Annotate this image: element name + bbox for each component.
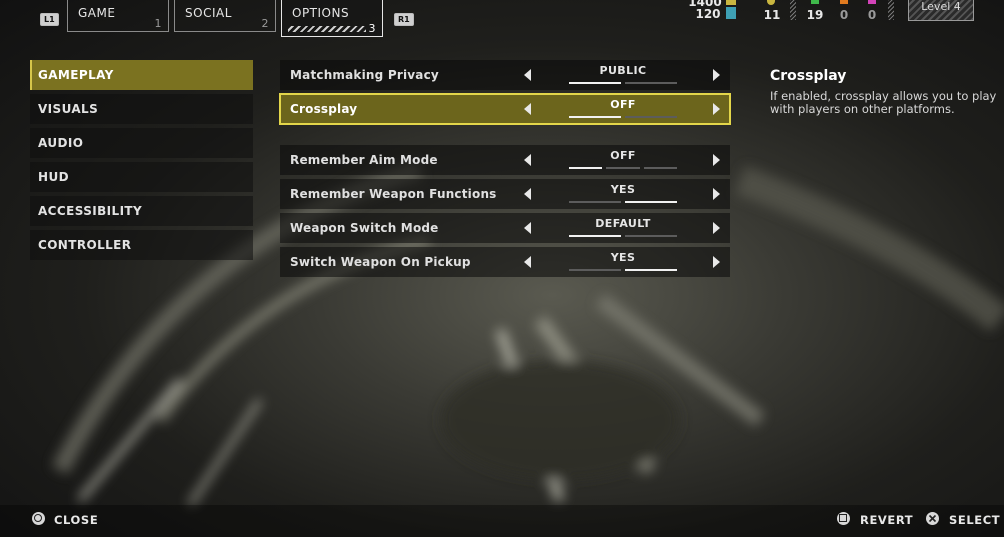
option-segment — [569, 116, 621, 118]
tab-number: 2 — [261, 17, 269, 30]
option-segment — [606, 167, 640, 169]
sidebar-item-audio[interactable]: AUDIO — [30, 128, 253, 158]
setting-name: Matchmaking Privacy — [290, 68, 439, 82]
arrow-right-icon[interactable] — [713, 154, 720, 166]
stat-value: 0 — [867, 8, 877, 22]
bottom-hint-bar: CLOSE REVERT SELECT — [0, 505, 1004, 537]
separator-icon — [888, 0, 894, 20]
sidebar-item-visuals[interactable]: VISUALS — [30, 94, 253, 124]
arrow-right-icon[interactable] — [713, 69, 720, 81]
sidebar-item-controller[interactable]: CONTROLLER — [30, 230, 253, 260]
tab-number: 1 — [154, 17, 162, 30]
top-navigation: L1 GAME 1 SOCIAL 2 OPTIONS 3 R1 1400 120… — [0, 0, 1004, 42]
sidebar-item-hud[interactable]: HUD — [30, 162, 253, 192]
setting-row[interactable]: Remember Aim Mode OFF — [280, 145, 730, 175]
arrow-right-icon[interactable] — [713, 256, 720, 268]
setting-row[interactable]: Switch Weapon On Pickup YES — [280, 247, 730, 277]
super-credit-icon — [726, 7, 736, 19]
arrow-left-icon[interactable] — [524, 222, 531, 234]
option-segment — [625, 269, 677, 271]
green-sample-icon — [811, 0, 819, 4]
option-segment — [569, 82, 621, 84]
option-segment — [625, 201, 677, 203]
setting-value: YES — [610, 251, 636, 264]
close-button[interactable]: CLOSE — [54, 513, 98, 527]
tab-options[interactable]: OPTIONS 3 — [281, 0, 383, 37]
arrow-right-icon[interactable] — [713, 222, 720, 234]
tab-active-pattern — [288, 26, 366, 32]
separator-icon — [790, 0, 796, 20]
level-badge: Level 4 — [908, 0, 974, 21]
tab-number: 3 — [368, 22, 376, 35]
sidebar-item-gameplay[interactable]: GAMEPLAY — [30, 60, 253, 90]
tab-social[interactable]: SOCIAL 2 — [174, 0, 276, 32]
l1-bumper-hint[interactable]: L1 — [40, 13, 59, 26]
setting-row[interactable]: Crossplay OFF — [279, 93, 731, 125]
setting-name: Remember Weapon Functions — [290, 187, 497, 201]
sidebar-item-accessibility[interactable]: ACCESSIBILITY — [30, 196, 253, 226]
square-button-icon — [837, 512, 850, 525]
setting-value: OFF — [610, 149, 636, 162]
setting-row[interactable]: Remember Weapon Functions YES — [280, 179, 730, 209]
setting-value: YES — [610, 183, 636, 196]
option-segment — [625, 82, 677, 84]
option-segment — [569, 269, 621, 271]
tab-label: SOCIAL — [185, 6, 232, 20]
setting-row[interactable]: Weapon Switch Mode DEFAULT — [280, 213, 730, 243]
setting-row[interactable]: Matchmaking Privacy PUBLIC — [280, 60, 730, 90]
trophy-icon — [767, 0, 775, 5]
pink-sample-icon — [868, 0, 876, 4]
setting-value: PUBLIC — [599, 64, 647, 77]
arrow-right-icon[interactable] — [713, 188, 720, 200]
cross-button-icon — [926, 512, 939, 525]
stat-value: 11 — [763, 8, 781, 22]
setting-name: Switch Weapon On Pickup — [290, 255, 471, 269]
setting-value: DEFAULT — [595, 217, 651, 230]
medal-icon — [726, 0, 736, 5]
option-segment — [569, 201, 621, 203]
option-segment — [643, 167, 677, 169]
currency-secondary: 120 — [695, 7, 721, 21]
setting-value: OFF — [610, 98, 636, 111]
arrow-left-icon[interactable] — [524, 188, 531, 200]
arrow-left-icon[interactable] — [524, 69, 531, 81]
options-sidebar: GAMEPLAY VISUALS AUDIO HUD ACCESSIBILITY… — [30, 60, 253, 264]
option-segment — [625, 116, 677, 118]
description-title: Crossplay — [770, 68, 847, 84]
circle-button-icon — [32, 512, 45, 525]
tab-label: OPTIONS — [292, 6, 350, 20]
stat-value: 19 — [806, 8, 824, 22]
setting-name: Crossplay — [290, 102, 358, 116]
tab-game[interactable]: GAME 1 — [67, 0, 169, 32]
orange-sample-icon — [840, 0, 848, 4]
arrow-right-icon[interactable] — [713, 103, 720, 115]
arrow-left-icon[interactable] — [524, 103, 531, 115]
r1-bumper-hint[interactable]: R1 — [394, 13, 414, 26]
description-text: If enabled, crossplay allows you to play… — [770, 89, 997, 116]
tab-label: GAME — [78, 6, 116, 20]
option-segment — [569, 235, 621, 237]
revert-button[interactable]: REVERT — [860, 513, 913, 527]
select-button[interactable]: SELECT — [949, 513, 1000, 527]
option-segment — [569, 167, 603, 169]
arrow-left-icon[interactable] — [524, 256, 531, 268]
setting-name: Remember Aim Mode — [290, 153, 438, 167]
stat-value: 0 — [839, 8, 849, 22]
option-segment — [625, 235, 677, 237]
arrow-left-icon[interactable] — [524, 154, 531, 166]
setting-name: Weapon Switch Mode — [290, 221, 439, 235]
description-panel: Crossplay If enabled, crossplay allows y… — [770, 68, 1000, 116]
